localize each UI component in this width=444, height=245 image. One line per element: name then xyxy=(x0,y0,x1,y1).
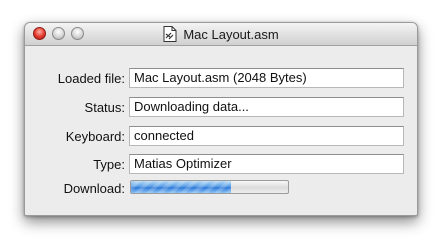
type-label: Type: xyxy=(93,157,125,172)
app-window: Mac Layout.asm Loaded file: Mac Layout.a… xyxy=(24,22,418,216)
title-bar[interactable]: Mac Layout.asm xyxy=(25,23,417,46)
window-title: Mac Layout.asm xyxy=(183,26,279,42)
download-label: Download: xyxy=(63,181,125,196)
download-progress-fill xyxy=(131,181,232,193)
status-field[interactable]: Downloading data... xyxy=(129,97,404,117)
window-title-area: Mac Layout.asm xyxy=(25,23,417,45)
keyboard-field[interactable]: connected xyxy=(129,126,404,146)
type-field[interactable]: Matias Optimizer xyxy=(129,154,404,174)
document-icon xyxy=(163,26,177,42)
loaded-file-field[interactable]: Mac Layout.asm (2048 Bytes) xyxy=(129,68,404,88)
keyboard-label: Keyboard: xyxy=(65,129,125,144)
loaded-file-label: Loaded file: xyxy=(57,71,125,86)
download-progress-bar xyxy=(130,180,289,194)
status-label: Status: xyxy=(84,100,125,115)
